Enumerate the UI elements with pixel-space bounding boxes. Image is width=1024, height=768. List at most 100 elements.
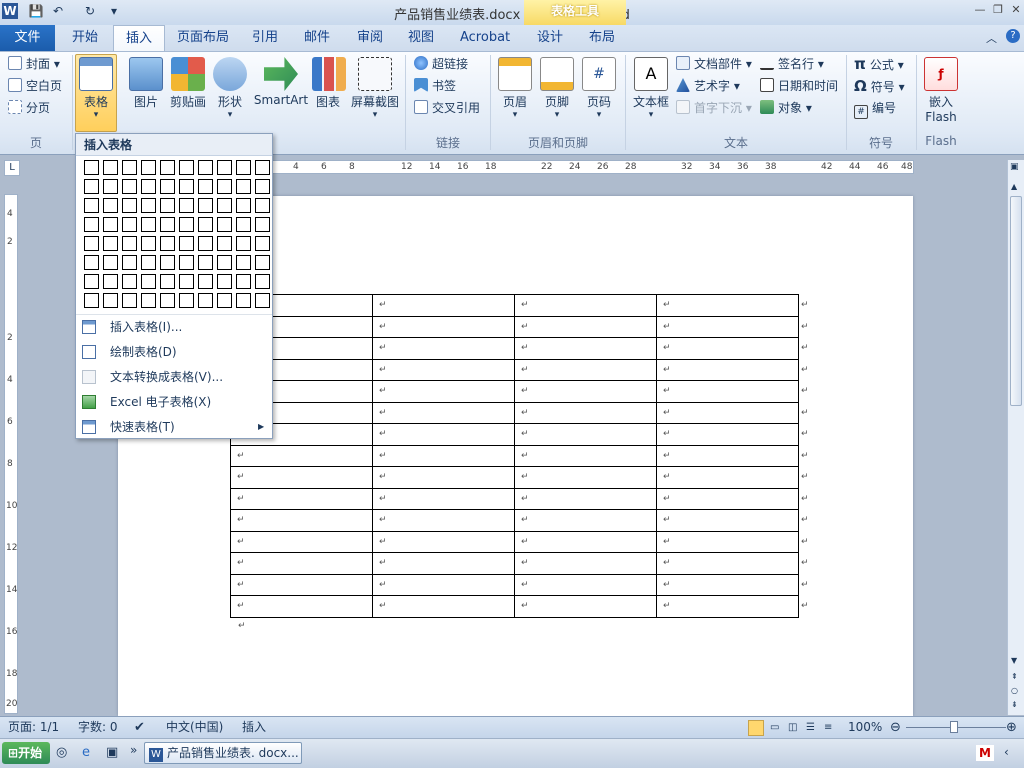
- grid-cell[interactable]: [141, 236, 156, 251]
- grid-cell[interactable]: [179, 274, 194, 289]
- chart-button[interactable]: 图表: [312, 55, 346, 110]
- table-cell[interactable]: ↵: [230, 444, 373, 467]
- date-time-button[interactable]: 日期和时间: [760, 76, 838, 96]
- vertical-ruler[interactable]: 4 2 2 4 6 8 10 12 14 16 18 20: [4, 194, 18, 714]
- help-icon[interactable]: ?: [1006, 29, 1020, 43]
- scroll-thumb[interactable]: [1010, 196, 1022, 406]
- menu-excel-spreadsheet[interactable]: Excel 电子表格(X): [76, 390, 272, 414]
- grid-cell[interactable]: [141, 293, 156, 308]
- table-cell[interactable]: ↵: [372, 552, 515, 575]
- insert-mode[interactable]: 插入: [242, 717, 266, 739]
- shapes-button[interactable]: 形状 ▾: [212, 55, 248, 120]
- table-cell[interactable]: ↵: [514, 444, 657, 467]
- grid-cell[interactable]: [122, 217, 137, 232]
- table-cell[interactable]: ↵: [514, 337, 657, 360]
- grid-cell[interactable]: [179, 217, 194, 232]
- table-cell[interactable]: ↵: [514, 487, 657, 510]
- grid-cell[interactable]: [160, 217, 175, 232]
- grid-cell[interactable]: [84, 274, 99, 289]
- tab-acrobat[interactable]: Acrobat: [448, 25, 522, 51]
- table-cell[interactable]: ↵: [372, 358, 515, 381]
- cross-reference-button[interactable]: 交叉引用: [414, 98, 480, 118]
- table-cell[interactable]: ↵: [372, 337, 515, 360]
- table-cell[interactable]: ↵: [514, 530, 657, 553]
- grid-cell[interactable]: [122, 198, 137, 213]
- more-icon[interactable]: »: [130, 743, 137, 757]
- blank-page-button[interactable]: 空白页: [8, 76, 62, 96]
- next-page-icon[interactable]: ⇟: [1011, 700, 1018, 709]
- table-cell[interactable]: ↵: [514, 595, 657, 618]
- table-cell[interactable]: ↵: [230, 487, 373, 510]
- zoom-out-icon[interactable]: ⊖: [890, 717, 901, 739]
- grid-cell[interactable]: [160, 236, 175, 251]
- table-cell[interactable]: ↵: [372, 509, 515, 532]
- grid-cell[interactable]: [84, 217, 99, 232]
- table-cell[interactable]: ↵: [372, 380, 515, 403]
- grid-cell[interactable]: [198, 217, 213, 232]
- grid-cell[interactable]: [198, 236, 213, 251]
- picture-button[interactable]: 图片: [128, 55, 164, 110]
- smartart-button[interactable]: SmartArt: [252, 55, 310, 107]
- grid-cell[interactable]: [84, 198, 99, 213]
- web-layout-icon[interactable]: ◫: [788, 717, 797, 739]
- grid-cell[interactable]: [198, 274, 213, 289]
- tab-selector[interactable]: L: [4, 160, 20, 176]
- tab-home[interactable]: 开始: [60, 25, 110, 51]
- zoom-slider-thumb[interactable]: [950, 721, 958, 733]
- number-button[interactable]: # 编号: [854, 98, 896, 119]
- grid-cell[interactable]: [103, 179, 118, 194]
- tab-review[interactable]: 审阅: [345, 25, 395, 51]
- language[interactable]: 中文(中国): [166, 717, 223, 739]
- horizontal-ruler[interactable]: 4 6 8 12 14 16 18 22 24 26 28 32 34 36 3…: [272, 160, 914, 174]
- grid-cell[interactable]: [122, 274, 137, 289]
- grid-cell[interactable]: [141, 217, 156, 232]
- quicklaunch-icon[interactable]: ◎: [56, 745, 67, 760]
- grid-cell[interactable]: [141, 274, 156, 289]
- page-count[interactable]: 页面: 1/1: [8, 717, 59, 739]
- grid-cell[interactable]: [255, 179, 270, 194]
- menu-draw-table[interactable]: 绘制表格(D): [76, 340, 272, 364]
- grid-cell[interactable]: [255, 160, 270, 175]
- table-cell[interactable]: ↵: [514, 380, 657, 403]
- full-screen-reading-icon[interactable]: ▭: [770, 717, 779, 739]
- table-cell[interactable]: ↵: [656, 509, 799, 532]
- table-cell[interactable]: ↵: [656, 294, 799, 317]
- quick-parts-button[interactable]: 文档部件 ▾: [676, 54, 752, 74]
- collapse-ribbon-icon[interactable]: ︿: [986, 30, 997, 46]
- table-cell[interactable]: ↵: [656, 380, 799, 403]
- symbol-button[interactable]: Ω 符号 ▾: [854, 76, 905, 96]
- grid-cell[interactable]: [255, 198, 270, 213]
- grid-cell[interactable]: [217, 255, 232, 270]
- table-cell[interactable]: ↵: [372, 294, 515, 317]
- grid-cell[interactable]: [217, 293, 232, 308]
- tab-file[interactable]: 文件: [0, 25, 55, 51]
- grid-cell[interactable]: [255, 217, 270, 232]
- app-icon[interactable]: ▣: [106, 745, 118, 760]
- view-ruler-icon[interactable]: ▣: [1010, 162, 1022, 174]
- menu-insert-table[interactable]: 插入表格(I)...: [76, 315, 272, 339]
- menu-quick-tables[interactable]: 快速表格(T) ▶: [76, 415, 272, 439]
- scroll-up-arrow-icon[interactable]: ▲: [1011, 182, 1017, 191]
- grid-cell[interactable]: [103, 217, 118, 232]
- table-cell[interactable]: ↵: [372, 530, 515, 553]
- object-button[interactable]: 对象 ▾: [760, 98, 812, 118]
- tab-mailings[interactable]: 邮件: [292, 25, 342, 51]
- tab-layout[interactable]: 布局: [577, 25, 627, 51]
- grid-cell[interactable]: [103, 160, 118, 175]
- document-table[interactable]: ↵ ↵ ↵ ↵ ↵ ↵ ↵ ↵ ↵ ↵ ↵ ↵ ↵ ↵ ↵ ↵ ↵ ↵ ↵ ↵ ↵ ↵ ↵ ↵ ↵ ↵ ↵ ↵ ↵ ↵ ↵ ↵ ↵ ↵ ↵ ↵ ↵ ↵ ↵ ↵…: [230, 294, 811, 618]
- table-cell[interactable]: ↵: [372, 423, 515, 446]
- table-cell[interactable]: ↵: [230, 466, 373, 489]
- grid-cell[interactable]: [160, 255, 175, 270]
- grid-cell[interactable]: [217, 236, 232, 251]
- table-cell[interactable]: ↵: [514, 358, 657, 381]
- table-cell[interactable]: ↵: [514, 552, 657, 575]
- bookmark-button[interactable]: 书签: [414, 76, 456, 96]
- grid-cell[interactable]: [103, 274, 118, 289]
- grid-cell[interactable]: [122, 236, 137, 251]
- grid-cell[interactable]: [255, 255, 270, 270]
- textbox-button[interactable]: A 文本框 ▾: [630, 55, 672, 120]
- grid-cell[interactable]: [255, 236, 270, 251]
- drop-cap-button[interactable]: 首字下沉 ▾: [676, 98, 752, 118]
- table-cell[interactable]: ↵: [656, 337, 799, 360]
- grid-cell[interactable]: [217, 179, 232, 194]
